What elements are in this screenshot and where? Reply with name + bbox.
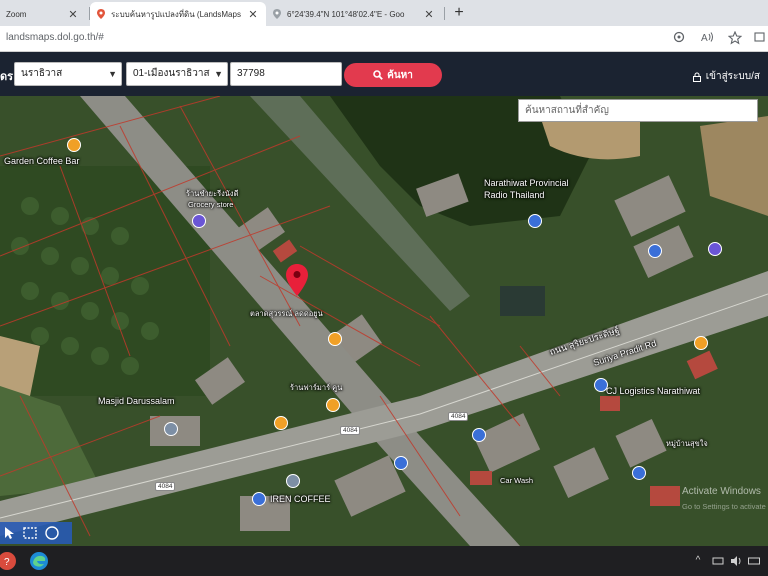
search-button[interactable]: ค้นหา [344,63,442,87]
tab-zoom[interactable]: Zoom ✕ [0,2,86,26]
edge-icon[interactable] [26,549,52,573]
map-marker-icon[interactable] [286,264,308,296]
food-pin-icon[interactable] [328,332,342,346]
address-bar: landsmaps.dol.go.th/# A [0,26,768,52]
search-icon [373,70,383,80]
map-view[interactable]: ค้นหาสถานที่สำคัญ Garden Coffee Bar ร้าน… [0,96,768,546]
cafe-pin-icon[interactable] [274,416,288,430]
business-pin-icon[interactable] [632,466,646,480]
toolbar-label: ดร [0,71,14,83]
tab-title: ระบบค้นหารูปแปลงที่ดิน (LandsMaps [111,9,241,19]
food-pin-icon[interactable] [694,336,708,350]
map-label-radio-2: Radio Thailand [484,190,545,200]
map-pin-icon [97,9,105,19]
province-value: นราธิวาส [21,68,63,79]
shop-pin-icon[interactable] [326,398,340,412]
close-icon[interactable]: ✕ [422,8,436,21]
close-icon[interactable]: ✕ [66,8,80,21]
map-label-car-wash: Car Wash [500,476,534,485]
business-pin-icon[interactable] [472,428,486,442]
network-icon[interactable] [712,555,724,567]
keyboard-icon[interactable] [748,555,760,567]
place-pin-icon[interactable] [286,474,300,488]
activate-windows-subtext: Go to Settings to activate [682,502,766,511]
search-button-label: ค้นหา [387,69,413,81]
district-select[interactable]: 01-เมืองนราธิวาส ▼ [126,62,228,86]
map-label-grocery-en: Grocery store [188,200,234,209]
chevron-up-icon[interactable]: ^ [692,555,704,567]
more-icon[interactable] [752,31,768,47]
province-select[interactable]: นราธิวาส ▼ [14,62,122,86]
new-tab-button[interactable]: + [449,2,469,24]
satellite-map [0,96,768,546]
tab-divider [444,7,445,20]
chevron-down-icon: ▼ [108,69,117,79]
cafe-pin-icon[interactable] [252,492,266,506]
map-label-cj-logistics: CJ Logistics Narathiwat [606,386,701,396]
read-aloud-icon[interactable]: A [700,31,716,47]
map-label-masjid: Masjid Darussalam [98,396,175,406]
close-icon[interactable]: ✕ [246,8,260,21]
tab-title: 6°24'39.4"N 101°48'02.4"E - Goo [287,9,405,19]
district-value: 01-เมืองนราธิวาส [133,68,210,79]
cafe-pin-icon[interactable] [67,138,81,152]
svg-text:A: A [701,33,708,43]
building-pin-icon[interactable] [648,244,662,258]
tab-landsmaps[interactable]: ระบบค้นหารูปแปลงที่ดิน (LandsMaps ✕ [90,2,266,26]
map-label-grocery: ร้านชำยะรีงนังดี [186,189,239,198]
business-pin-icon[interactable] [594,378,608,392]
map-label-shop: ร้านฟาร์มาร์ คูน [290,383,343,392]
activate-windows-watermark: Activate Windows [682,486,761,497]
svg-text:?: ? [4,557,10,568]
login-link[interactable]: เข้าสู่ระบบ/ส [692,69,760,84]
map-draw-tools [0,522,72,544]
location-icon[interactable] [671,31,687,47]
favorites-icon[interactable] [727,30,743,47]
shop-pin-icon[interactable] [394,456,408,470]
cursor-icon[interactable] [2,525,18,541]
mosque-pin-icon[interactable] [164,422,178,436]
map-label-parcel: ตลาดสุวรรณ์ ลดดอยูน [250,309,323,318]
map-label-radio: Narathiwat Provincial [484,178,569,188]
parcel-number-input[interactable]: 37798 [230,62,342,86]
tab-google-maps[interactable]: 6°24'39.4"N 101°48'02.4"E - Goo ✕ [266,2,442,26]
map-label-garden-coffee: Garden Coffee Bar [4,156,80,166]
landsmaps-toolbar: ดร นราธิวาส ▼ 01-เมืองนราธิวาส ▼ 37798 ค… [0,52,768,96]
route-badge: 4084 [448,412,469,421]
building-pin-icon[interactable] [528,214,542,228]
map-label-iren-coffee: IREN COFFEE [270,494,331,504]
shop-pin-icon[interactable] [192,214,206,228]
tab-title: Zoom [6,9,27,19]
map-label-village: หมู่บ้านสุขใจ [666,439,708,448]
map-pin-icon [273,9,281,19]
windows-taskbar: ? ^ [0,546,768,576]
chevron-down-icon: ▼ [214,69,223,79]
route-badge: 4084 [155,482,176,491]
login-label: เข้าสู่ระบบ/ส [705,71,760,82]
url-field[interactable]: landsmaps.dol.go.th/# [6,32,104,43]
rectangle-tool-icon[interactable] [22,525,38,541]
windows-logo-icon[interactable]: ? [0,549,20,573]
shop-pin-icon[interactable] [708,242,722,256]
lock-icon [692,72,701,82]
circle-tool-icon[interactable] [44,525,60,541]
volume-icon[interactable] [730,555,742,567]
route-badge: 4084 [340,426,361,435]
place-search-input[interactable]: ค้นหาสถานที่สำคัญ [518,99,758,122]
browser-tab-strip: Zoom ✕ ระบบค้นหารูปแปลงที่ดิน (LandsMaps… [0,0,768,26]
